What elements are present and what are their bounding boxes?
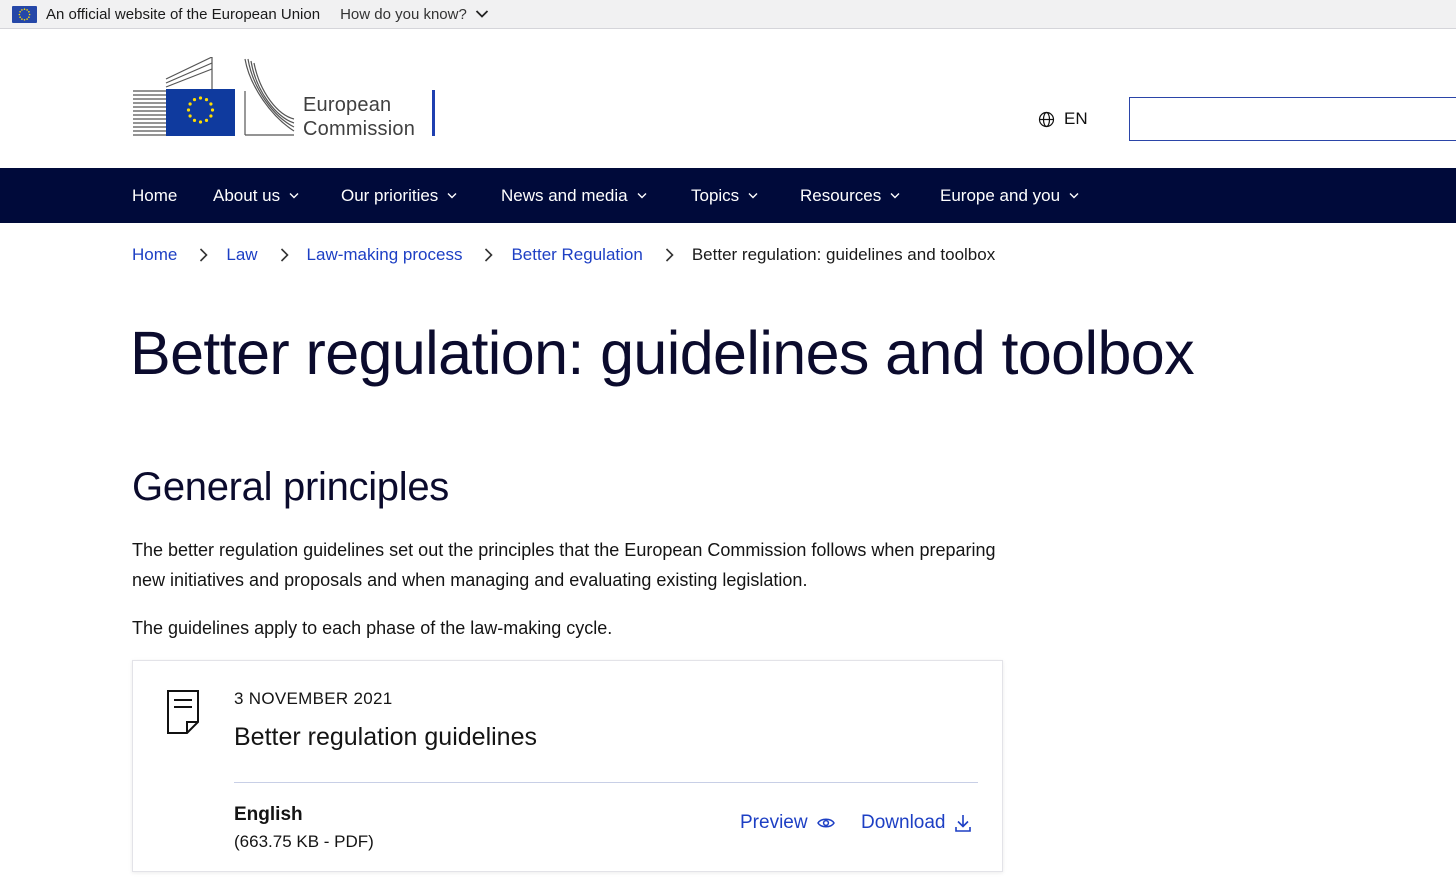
download-icon [954, 815, 971, 832]
file-card: 3 NOVEMBER 2021 Better regulation guidel… [132, 660, 1003, 872]
breadcrumb-link-better-regulation[interactable]: Better Regulation [511, 245, 642, 265]
section-title: General principles [132, 465, 449, 509]
preview-label: Preview [740, 812, 808, 833]
main-navigation: Home About us Our priorities News and me… [0, 168, 1456, 223]
nav-item-label: Europe and you [940, 185, 1061, 205]
chevron-right-icon [200, 248, 208, 262]
chevron-down-icon [289, 193, 299, 199]
chevron-right-icon [485, 248, 494, 262]
preview-link[interactable]: Preview [740, 812, 835, 834]
nav-item-label: Resources [800, 185, 882, 205]
how-do-you-know-toggle[interactable]: How do you know? [340, 6, 489, 23]
download-label: Download [861, 812, 946, 833]
nav-item-news-and-media[interactable]: News and media [501, 168, 647, 223]
breadcrumb-link-law-making-process[interactable]: Law-making process [307, 245, 463, 265]
search-input[interactable] [1129, 97, 1456, 141]
eu-flag-icon [12, 5, 37, 23]
nav-item-label: Topics [691, 185, 740, 205]
chevron-down-icon [890, 193, 900, 199]
breadcrumb-link-home[interactable]: Home [132, 245, 177, 265]
download-link[interactable]: Download [861, 812, 971, 834]
language-code: EN [1064, 109, 1088, 128]
file-size-type: (663.75 KB - PDF) [234, 832, 374, 851]
eye-icon [816, 818, 835, 828]
intro-paragraph: The better regulation guidelines set out… [132, 540, 996, 590]
nav-item-topics[interactable]: Topics [691, 168, 758, 223]
european-commission-logo[interactable]: European Commission [132, 57, 442, 141]
publication-date: 3 NOVEMBER 2021 [234, 689, 393, 708]
logo-line-1: European [303, 94, 392, 116]
nav-item-label: News and media [501, 185, 628, 205]
chevron-down-icon [748, 193, 758, 199]
chevron-down-icon [637, 193, 647, 199]
nav-item-europe-and-you[interactable]: Europe and you [940, 168, 1079, 223]
commission-building-logo-icon [133, 57, 295, 136]
file-title: Better regulation guidelines [234, 723, 537, 751]
nav-item-home[interactable]: Home [132, 168, 177, 223]
globe-icon [1038, 111, 1055, 127]
nav-item-label: Our priorities [341, 185, 439, 205]
nav-item-our-priorities[interactable]: Our priorities [341, 168, 457, 223]
logo-wordmark: European Commission [303, 93, 415, 141]
document-icon [167, 690, 199, 734]
logo-line-2: Commission [303, 118, 416, 140]
nav-item-label: About us [213, 185, 281, 205]
breadcrumb-current: Better regulation: guidelines and toolbo… [691, 245, 996, 264]
breadcrumb-link-law[interactable]: Law [226, 245, 257, 265]
nav-item-label: Home [132, 185, 178, 205]
logo-accent-bar [432, 90, 435, 136]
nav-item-resources[interactable]: Resources [800, 168, 900, 223]
eu-official-bar: An official website of the European Unio… [0, 0, 1456, 29]
chevron-right-icon [665, 248, 674, 262]
site-header: European Commission EN [0, 29, 1456, 168]
file-language: English [234, 804, 303, 825]
how-do-you-know-label: How do you know? [340, 5, 467, 23]
card-divider [234, 782, 978, 783]
official-website-text: An official website of the European Unio… [46, 5, 321, 23]
page-title: Better regulation: guidelines and toolbo… [130, 319, 1195, 387]
chevron-right-icon [280, 248, 289, 262]
language-selector[interactable]: EN [1038, 109, 1088, 129]
breadcrumb: Home Law Law-making process Better Regul… [132, 244, 995, 266]
cycle-paragraph: The guidelines apply to each phase of th… [132, 618, 613, 638]
nav-item-about-us[interactable]: About us [213, 168, 299, 223]
chevron-down-icon [475, 10, 488, 18]
chevron-down-icon [1069, 193, 1079, 199]
chevron-down-icon [447, 193, 457, 199]
